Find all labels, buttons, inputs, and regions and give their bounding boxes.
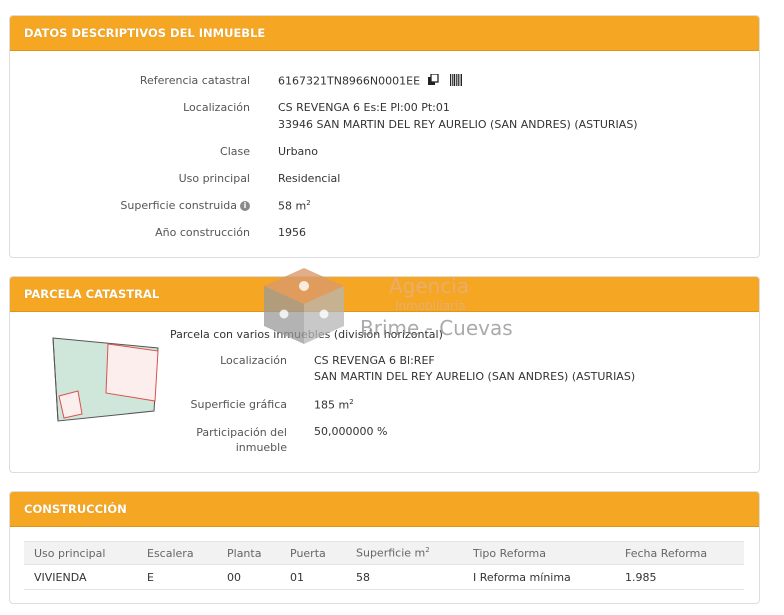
table-row: VIVIENDA E 00 01 58 I Reforma mínima 1.9… — [24, 564, 744, 590]
label-referencia: Referencia catastral — [139, 74, 250, 87]
construccion-table: Uso principal Escalera Planta Puerta Sup… — [24, 541, 744, 590]
panel-construccion: CONSTRUCCIÓN Uso principal Escalera Plan… — [9, 491, 760, 604]
col-tipo-reforma: Tipo Reforma — [463, 541, 615, 565]
value-anio-construccion: 1956 — [278, 226, 306, 239]
superficie-unit-sup: 2 — [306, 199, 311, 207]
col-puerta: Puerta — [280, 541, 346, 565]
value-localizacion-line1: CS REVENGA 6 Es:E Pl:00 Pt:01 — [278, 101, 450, 114]
label-clase: Clase — [220, 145, 250, 158]
copy-icon[interactable] — [427, 73, 439, 89]
label-superficie-construida: Superficie construida i — [70, 199, 250, 212]
value-referencia: 6167321TN8966N0001EE — [278, 73, 463, 89]
cell-fecha-reforma: 1.985 — [615, 564, 744, 590]
value-parcela-localizacion-line2: SAN MARTIN DEL REY AURELIO (SAN ANDRES) … — [314, 370, 636, 383]
value-localizacion-line2: 33946 SAN MARTIN DEL REY AURELIO (SAN AN… — [278, 118, 638, 131]
col-uso-principal: Uso principal — [24, 541, 137, 565]
col-fecha-reforma: Fecha Reforma — [615, 541, 744, 565]
value-clase: Urbano — [278, 145, 318, 158]
panel-datos-inmueble: DATOS DESCRIPTIVOS DEL INMUEBLE Referenc… — [9, 15, 760, 258]
cell-uso: VIVIENDA — [24, 564, 137, 590]
participacion-label-line1: Participación del — [196, 426, 287, 439]
panel-title: CONSTRUCCIÓN — [10, 492, 759, 527]
participacion-label-line2: inmueble — [235, 441, 287, 454]
value-participacion: 50,000000 % — [314, 425, 388, 438]
label-localizacion: Localización — [183, 101, 250, 114]
cell-planta: 00 — [217, 564, 280, 590]
cell-escalera: E — [137, 564, 217, 590]
col-superficie-text: Superficie m — [356, 546, 426, 560]
superficie-construida-text: Superficie construida — [120, 199, 237, 212]
label-parcela-localizacion: Localización — [220, 354, 287, 367]
cell-puerta: 01 — [280, 564, 346, 590]
value-parcela-localizacion-line1: CS REVENGA 6 Bl:REF — [314, 354, 435, 367]
value-uso-principal: Residencial — [278, 172, 341, 185]
label-uso-principal: Uso principal — [178, 172, 250, 185]
col-puerta-text: Puerta — [290, 546, 326, 560]
referencia-catastral-text[interactable]: 6167321TN8966N0001EE — [278, 75, 420, 88]
col-planta: Planta — [217, 541, 280, 565]
table-header-row: Uso principal Escalera Planta Puerta Sup… — [24, 541, 744, 565]
value-superficie-grafica: 185 m2 — [314, 398, 354, 412]
col-superficie-sup: 2 — [425, 546, 430, 555]
barcode-icon[interactable] — [450, 74, 463, 89]
value-superficie-construida: 58 m2 — [278, 199, 311, 213]
panel-parcela-catastral: PARCELA CATASTRAL Parcela con varios inm… — [9, 276, 760, 473]
cell-superficie: 58 — [346, 564, 463, 590]
label-superficie-grafica: Superficie gráfica — [190, 398, 288, 411]
panel-title: DATOS DESCRIPTIVOS DEL INMUEBLE — [10, 16, 759, 51]
superficie-construida-value: 58 m — [278, 199, 307, 213]
col-superficie: Superficie m2 — [346, 541, 463, 565]
panel-title: PARCELA CATASTRAL — [10, 277, 759, 312]
label-participacion: Participación del inmueble — [130, 425, 287, 455]
cell-tipo-reforma: I Reforma mínima — [463, 564, 615, 590]
superficie-grafica-value: 185 m — [314, 398, 350, 412]
superficie-grafica-sup: 2 — [349, 398, 354, 406]
info-icon[interactable]: i — [240, 201, 250, 211]
col-escalera: Escalera — [137, 541, 217, 565]
label-anio-construccion: Año construcción — [155, 226, 250, 239]
parcela-note: Parcela con varios inmuebles (división h… — [170, 328, 443, 341]
